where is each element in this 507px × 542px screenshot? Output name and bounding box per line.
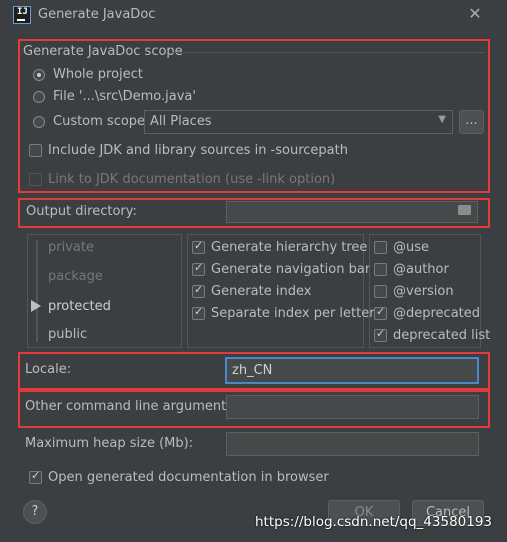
- whole-project-radio[interactable]: [33, 69, 45, 81]
- file-label[interactable]: File '...\src\Demo.java': [53, 89, 196, 104]
- open-in-browser-label[interactable]: Open generated documentation in browser: [48, 470, 329, 485]
- visibility-slider-thumb[interactable]: [31, 300, 41, 312]
- max-heap-label: Maximum heap size (Mb):: [25, 436, 194, 451]
- max-heap-input[interactable]: [226, 432, 479, 456]
- generate-index-label[interactable]: Generate index: [211, 284, 311, 299]
- help-button[interactable]: ?: [23, 500, 47, 524]
- locale-value: zh_CN: [232, 363, 273, 378]
- intellij-icon: IJ: [13, 6, 31, 24]
- visibility-public[interactable]: public: [48, 327, 87, 342]
- hierarchy-tree-label[interactable]: Generate hierarchy tree: [211, 240, 367, 255]
- use-tag-label[interactable]: @use: [393, 240, 429, 255]
- folder-icon[interactable]: [458, 205, 471, 215]
- author-tag-checkbox[interactable]: [374, 263, 387, 276]
- deprecated-list-label[interactable]: deprecated list: [393, 328, 490, 343]
- deprecated-list-checkbox[interactable]: [374, 327, 387, 342]
- file-radio[interactable]: [33, 91, 45, 103]
- other-args-input[interactable]: [226, 395, 479, 419]
- custom-scope-combo[interactable]: All Places ▼: [144, 110, 453, 134]
- locale-input[interactable]: zh_CN: [225, 357, 479, 384]
- include-jdk-label[interactable]: Include JDK and library sources in -sour…: [48, 143, 348, 158]
- browse-scope-button[interactable]: ...: [459, 110, 484, 134]
- output-directory-input[interactable]: [226, 201, 478, 223]
- output-directory-label: Output directory:: [26, 204, 137, 219]
- separate-index-checkbox[interactable]: [192, 305, 205, 320]
- navigation-bar-label[interactable]: Generate navigation bar: [211, 262, 370, 277]
- link-jdk-checkbox[interactable]: [29, 173, 42, 186]
- visibility-slider-track[interactable]: [36, 240, 38, 342]
- deprecated-tag-checkbox[interactable]: [374, 305, 387, 320]
- watermark-text: https://blog.csdn.net/qq_43580193: [255, 514, 493, 530]
- version-tag-label[interactable]: @version: [393, 284, 454, 299]
- scope-divider: [172, 52, 484, 53]
- generate-index-checkbox[interactable]: [192, 283, 205, 298]
- custom-scope-value: All Places: [150, 114, 212, 129]
- deprecated-tag-label[interactable]: @deprecated: [393, 306, 480, 321]
- app-icon-text: IJ: [17, 7, 28, 17]
- navigation-bar-checkbox[interactable]: [192, 261, 205, 276]
- custom-scope-label[interactable]: Custom scope: [53, 114, 145, 129]
- visibility-package[interactable]: package: [48, 269, 103, 284]
- author-tag-label[interactable]: @author: [393, 262, 449, 277]
- other-args-label: Other command line arguments:: [25, 399, 238, 414]
- chevron-down-icon: ▼: [438, 114, 446, 125]
- scope-heading: Generate JavaDoc scope: [23, 44, 183, 59]
- open-in-browser-checkbox[interactable]: [29, 469, 42, 484]
- close-icon[interactable]: ✕: [465, 4, 485, 24]
- custom-scope-radio[interactable]: [33, 116, 45, 128]
- window-title: Generate JavaDoc: [38, 7, 156, 22]
- separate-index-label[interactable]: Separate index per letter: [211, 306, 375, 321]
- version-tag-checkbox[interactable]: [374, 285, 387, 298]
- locale-label: Locale:: [25, 362, 72, 377]
- link-jdk-label[interactable]: Link to JDK documentation (use -link opt…: [48, 172, 335, 187]
- include-jdk-checkbox[interactable]: [29, 144, 42, 157]
- hierarchy-tree-checkbox[interactable]: [192, 239, 205, 254]
- visibility-private[interactable]: private: [48, 240, 94, 255]
- visibility-protected[interactable]: protected: [48, 299, 111, 314]
- whole-project-label[interactable]: Whole project: [53, 67, 143, 82]
- use-tag-checkbox[interactable]: [374, 241, 387, 254]
